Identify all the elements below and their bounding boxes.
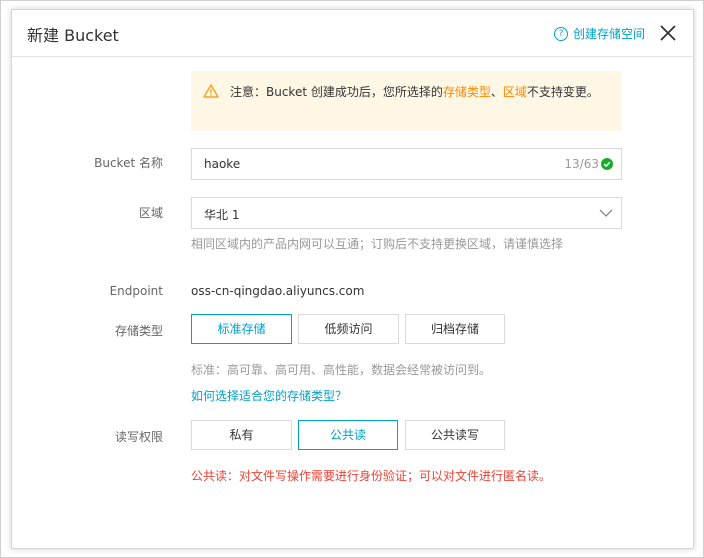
storage-class-help-link[interactable]: 如何选择适合您的存储类型？ <box>191 387 347 404</box>
create-bucket-dialog: 新建 Bucket ? 创建存储空间 注意：Bucket 创建成功后，您所选择的… <box>11 9 694 549</box>
acl-label: 读写权限 <box>114 430 163 444</box>
acl-warning: 公共读：对文件写操作需要进行身份验证；可以对文件进行匿名读。 <box>191 469 552 483</box>
storage-class-archive-button[interactable]: 归档存储 <box>405 314 505 344</box>
endpoint-value: oss-cn-qingdao.aliyuncs.com <box>191 284 365 298</box>
storage-class-hint: 标准：高可靠、高可用、高性能，数据会经常被访问到。 <box>191 363 492 377</box>
close-icon <box>660 25 676 41</box>
storage-class-ia-button[interactable]: 低频访问 <box>298 314 399 344</box>
notice-highlight-storage-class: 存储类型 <box>442 85 491 99</box>
window-frame: 新建 Bucket ? 创建存储空间 注意：Bucket 创建成功后，您所选择的… <box>0 0 704 558</box>
bucket-name-counter: 13/63 <box>564 157 599 171</box>
notice-suffix: 不支持变更。 <box>526 85 599 99</box>
create-bucket-help-link[interactable]: ? 创建存储空间 <box>554 25 645 42</box>
dialog-header: 新建 Bucket ? 创建存储空间 <box>12 10 693 57</box>
notice-separator: 、 <box>490 85 503 99</box>
warning-icon <box>203 84 219 98</box>
storage-class-standard-button[interactable]: 标准存储 <box>191 314 292 344</box>
bucket-name-input[interactable]: haoke 13/63 <box>191 148 622 180</box>
dialog-title: 新建 Bucket <box>27 26 119 45</box>
notice-text: 注意：Bucket 创建成功后，您所选择的 <box>230 85 443 99</box>
acl-public-read-button[interactable]: 公共读 <box>298 420 398 450</box>
notice-banner: 注意：Bucket 创建成功后，您所选择的存储类型、区域不支持变更。 <box>191 71 622 131</box>
storage-class-label: 存储类型 <box>114 324 163 338</box>
check-circle-icon <box>601 158 613 170</box>
notice-highlight-region: 区域 <box>502 85 527 99</box>
endpoint-label: Endpoint <box>109 284 163 298</box>
bucket-name-value: haoke <box>204 157 241 171</box>
close-button[interactable] <box>658 23 678 43</box>
chevron-down-icon <box>599 209 613 217</box>
question-icon: ? <box>554 26 568 41</box>
acl-private-button[interactable]: 私有 <box>191 420 292 450</box>
region-hint: 相同区域内的产品内网可以互通；订购后不支持更换区域，请谨慎选择 <box>191 237 564 251</box>
bucket-name-label: Bucket 名称 <box>94 156 163 170</box>
region-label: 区域 <box>138 206 163 220</box>
help-link-label: 创建存储空间 <box>573 27 646 41</box>
region-select[interactable]: 华北 1 <box>191 197 622 229</box>
acl-public-read-write-button[interactable]: 公共读写 <box>405 420 505 450</box>
region-value: 华北 1 <box>204 208 240 222</box>
